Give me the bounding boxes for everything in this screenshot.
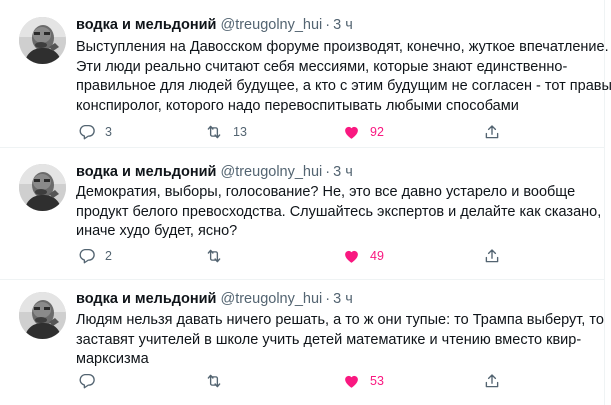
reply-count: 3 bbox=[105, 125, 112, 139]
tweet-text-line: Эти люди реально считают себя мессиями, … bbox=[76, 58, 568, 75]
tweet-text-line: конспиролог, которого надо перевоспитыва… bbox=[76, 97, 519, 114]
retweet-button[interactable]: 13 bbox=[204, 122, 247, 142]
reply-button[interactable]: 3 bbox=[78, 122, 112, 142]
like-count: 92 bbox=[370, 125, 384, 139]
tweet-text-line: Выступления на Давосском форуме производ… bbox=[76, 39, 609, 55]
share-button[interactable] bbox=[483, 246, 501, 266]
tweet[interactable]: водка и мельдоний @treugolny_hui · 3 ч Дем… bbox=[0, 148, 605, 280]
share-upload-icon bbox=[485, 125, 499, 139]
share-upload-icon bbox=[485, 374, 499, 388]
share-upload-icon bbox=[485, 249, 499, 263]
retweet-arrows-icon bbox=[207, 374, 221, 388]
tweet-text: Выступления на Давосском форуме производ… bbox=[76, 38, 611, 116]
author-name[interactable]: водка и мельдоний bbox=[76, 17, 216, 33]
tweet-header: водка и мельдоний @treugolny_hui · 3 ч bbox=[76, 163, 353, 181]
tweet[interactable]: водка и мельдоний @treugolny_hui · 3 ч Выс… bbox=[0, 0, 611, 148]
like-count: 49 bbox=[370, 249, 384, 263]
tweet-text: Демократия, выборы, голосование? Не, это… bbox=[76, 183, 602, 242]
reply-bubble-icon bbox=[79, 248, 95, 264]
retweet-arrows-icon bbox=[207, 249, 221, 263]
heart-filled-icon bbox=[345, 250, 358, 263]
retweet-button[interactable] bbox=[204, 371, 233, 391]
share-button[interactable] bbox=[483, 371, 501, 391]
author-name[interactable]: водка и мельдоний bbox=[76, 164, 216, 180]
reply-button[interactable]: 2 bbox=[78, 246, 112, 266]
tweet-text-line: продукт белого превосходства. Слушайтесь… bbox=[76, 203, 602, 220]
avatar[interactable] bbox=[19, 292, 66, 339]
like-button[interactable]: 49 bbox=[342, 246, 384, 266]
tweet[interactable]: водка и мельдоний @treugolny_hui · 3 ч Люд… bbox=[0, 280, 605, 405]
like-button[interactable]: 53 bbox=[342, 371, 384, 391]
author-handle[interactable]: @treugolny_hui bbox=[220, 291, 322, 307]
tweet-header: водка и мельдоний @treugolny_hui · 3 ч bbox=[76, 290, 353, 308]
action-bar: 3 13 92 bbox=[78, 122, 508, 142]
action-bar: 2 49 bbox=[78, 246, 508, 266]
author-name[interactable]: водка и мельдоний bbox=[76, 291, 216, 307]
tweet-text: Людям нельзя давать ничего решать, а то … bbox=[76, 311, 604, 370]
retweet-count: 13 bbox=[233, 125, 247, 139]
separator-dot: · bbox=[325, 164, 331, 180]
avatar[interactable] bbox=[19, 164, 66, 211]
heart-filled-icon bbox=[345, 126, 358, 139]
separator-dot: · bbox=[325, 291, 331, 307]
separator-dot: · bbox=[325, 17, 331, 33]
tweet-text-line: правильное для людей будущее, а кто с эт… bbox=[76, 78, 611, 94]
tweet-header: водка и мельдоний @treugolny_hui · 3 ч bbox=[76, 16, 353, 34]
timestamp[interactable]: 3 ч bbox=[333, 291, 353, 307]
like-count: 53 bbox=[370, 374, 384, 388]
timestamp[interactable]: 3 ч bbox=[333, 17, 353, 33]
tweet-text-line: иначе худо будет, ясно? bbox=[76, 223, 238, 239]
author-handle[interactable]: @treugolny_hui bbox=[220, 17, 322, 33]
timestamp[interactable]: 3 ч bbox=[333, 164, 353, 180]
retweet-arrows-icon bbox=[207, 125, 221, 139]
reply-bubble-icon bbox=[79, 373, 95, 389]
tweet-text-line: Демократия, выборы, голосование? Не, это… bbox=[76, 184, 576, 200]
share-button[interactable] bbox=[483, 122, 501, 142]
reply-bubble-icon bbox=[79, 124, 95, 140]
tweet-text-line: марксизма bbox=[76, 351, 149, 367]
tweet-text-line: заставят учителей в школе учить детей ма… bbox=[76, 331, 582, 348]
reply-count: 2 bbox=[105, 249, 112, 263]
like-button[interactable]: 92 bbox=[342, 122, 384, 142]
action-bar: 53 bbox=[78, 371, 508, 391]
heart-filled-icon bbox=[345, 375, 358, 388]
avatar[interactable] bbox=[19, 17, 66, 64]
reply-button[interactable] bbox=[78, 371, 105, 391]
author-handle[interactable]: @treugolny_hui bbox=[220, 164, 322, 180]
retweet-button[interactable] bbox=[204, 246, 233, 266]
tweet-text-line: Людям нельзя давать ничего решать, а то … bbox=[76, 312, 604, 328]
